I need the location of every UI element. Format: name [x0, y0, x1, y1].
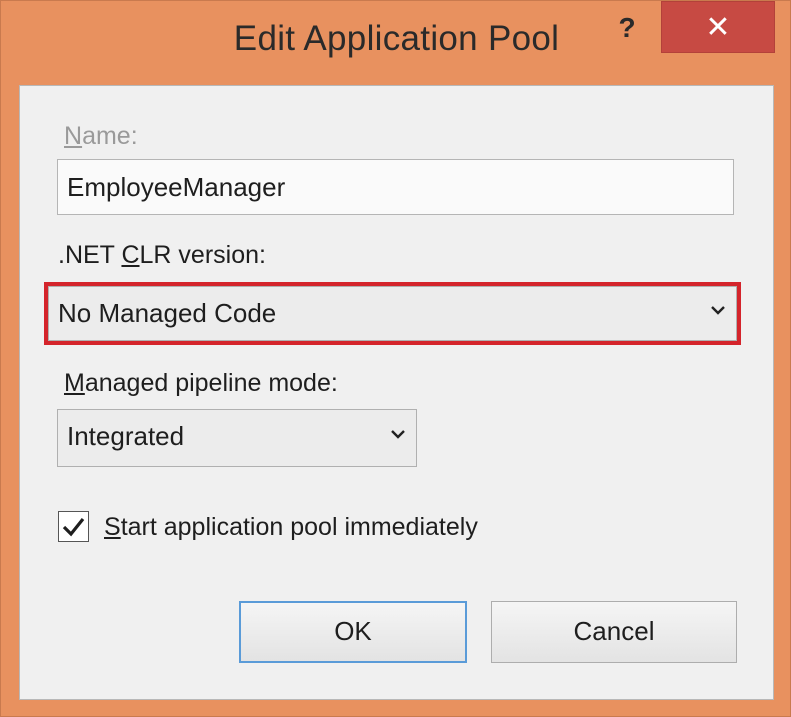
cancel-button[interactable]: Cancel	[491, 601, 737, 663]
pipeline-mode-value: Integrated	[67, 421, 185, 451]
name-field[interactable]: EmployeeManager	[57, 159, 734, 215]
start-label-accelerator: S	[104, 513, 121, 541]
clr-version-select[interactable]: No Managed Code	[48, 286, 737, 341]
start-immediately-checkbox[interactable]	[58, 511, 89, 542]
chevron-down-icon	[711, 305, 725, 315]
clr-label-prefix: .NET	[58, 241, 122, 269]
close-button[interactable]: ✕	[661, 1, 775, 53]
pipeline-mode-select[interactable]: Integrated	[57, 409, 417, 467]
pipeline-mode-label: Managed pipeline mode:	[64, 369, 338, 398]
clr-label-suffix: LR version:	[139, 241, 266, 269]
name-label: Name:	[64, 122, 138, 151]
chevron-down-icon	[391, 430, 405, 439]
dialog-content: Name: EmployeeManager .NET CLR version: …	[19, 85, 774, 700]
clr-label-accelerator: C	[121, 241, 140, 269]
checkmark-icon	[62, 518, 85, 537]
name-label-text: ame:	[82, 122, 138, 150]
name-label-accelerator: N	[64, 122, 83, 150]
pipeline-label-text: anaged pipeline mode:	[84, 369, 338, 397]
clr-version-value: No Managed Code	[58, 298, 277, 328]
help-button[interactable]: ?	[597, 5, 657, 51]
start-label-text: tart application pool immediately	[120, 513, 478, 541]
start-immediately-label[interactable]: Start application pool immediately	[104, 513, 478, 542]
title-bar[interactable]: Edit Application Pool ? ✕	[1, 1, 791, 85]
ok-button[interactable]: OK	[239, 601, 467, 663]
clr-version-label: .NET CLR version:	[58, 241, 266, 270]
pipeline-label-accelerator: M	[64, 369, 85, 397]
close-icon: ✕	[705, 11, 731, 44]
dialog-window: Edit Application Pool ? ✕ Name: Employee…	[0, 0, 791, 717]
